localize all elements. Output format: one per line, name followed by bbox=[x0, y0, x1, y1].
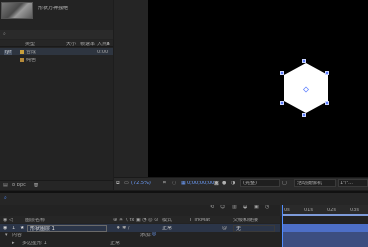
label-color-swatch bbox=[20, 58, 24, 62]
graph-icon[interactable]: ◷ bbox=[265, 205, 269, 210]
parent-dropdown[interactable]: 无 bbox=[233, 225, 275, 232]
motion-blur-icon[interactable]: ◒ bbox=[243, 205, 247, 210]
interpret-footage-icon[interactable]: ▤ bbox=[3, 183, 8, 188]
camera-label: 活动摄像机 bbox=[297, 181, 323, 186]
polystar-label: 多边星形 1 bbox=[22, 241, 47, 246]
project-search-input[interactable] bbox=[0, 30, 113, 39]
snapshot-icon[interactable]: ◙ bbox=[214, 181, 219, 186]
transform-handle[interactable] bbox=[302, 113, 306, 117]
bpc-label[interactable]: 8 bpc bbox=[12, 183, 26, 188]
timeline-toolbar bbox=[0, 193, 368, 205]
grid-icon[interactable]: ⌗ bbox=[163, 181, 166, 186]
ruler-tick: 01s bbox=[304, 208, 313, 213]
layer-index: 1 bbox=[12, 226, 16, 231]
layer-name-field[interactable]: 形状图层 1 bbox=[27, 225, 107, 232]
composition-canvas[interactable] bbox=[148, 0, 368, 177]
zoom-dropdown[interactable]: (72.5%) bbox=[131, 181, 151, 186]
content-duration-bar bbox=[282, 232, 368, 239]
label-color-swatch bbox=[20, 50, 24, 54]
draft-3d-icon[interactable]: ⟲ bbox=[210, 205, 214, 210]
polystar-mode-dropdown[interactable]: 正常 bbox=[110, 241, 120, 246]
col-mode[interactable]: 模式 bbox=[162, 218, 172, 223]
col-parent[interactable]: 父级和链接 bbox=[233, 218, 258, 223]
col-trkmat[interactable]: T TrkMat bbox=[189, 218, 210, 223]
expand-arrow-icon[interactable]: ▸ bbox=[12, 241, 15, 246]
region-icon[interactable]: ▭ bbox=[124, 181, 129, 186]
pickwhip-icon[interactable]: @ bbox=[222, 226, 227, 231]
layer-switches-icons[interactable]: ♦ ✱ ∕ bbox=[116, 226, 130, 231]
views-label: 1个... bbox=[340, 181, 353, 186]
mask-visibility-icon[interactable]: ◌ bbox=[172, 181, 176, 186]
switches-icons: ⊕ ☀ ∖ fx ▣ ◔ ◎ ⊙ bbox=[113, 218, 159, 223]
comp-thumbnail-title: 形状万神独绝 bbox=[38, 6, 69, 11]
col-type[interactable]: 类型 bbox=[25, 42, 35, 47]
add-label: 添加: bbox=[140, 233, 152, 238]
color-management-icon[interactable]: ◑ bbox=[231, 181, 235, 186]
project-flowchart-icon[interactable]: ⋔ bbox=[106, 42, 110, 47]
resolution-label: (完整) bbox=[243, 181, 257, 186]
region-interest-icon[interactable]: ▢ bbox=[282, 181, 287, 186]
comp-tag: lyr bbox=[4, 50, 13, 55]
show-channel-icon[interactable]: ● bbox=[222, 181, 226, 186]
eye-icon[interactable]: ◉ bbox=[3, 226, 7, 231]
shy-layers-icon[interactable]: ☺ bbox=[220, 205, 225, 210]
ruler-tick: 03s bbox=[350, 208, 359, 213]
layer-mode-dropdown[interactable]: 正常 bbox=[162, 226, 172, 231]
shape-duration-bar bbox=[282, 239, 368, 247]
ruler-tick: 02s bbox=[327, 208, 336, 213]
add-icon[interactable]: ◎ bbox=[152, 232, 156, 237]
transform-handle[interactable] bbox=[280, 71, 284, 75]
shape-layer-icon: ★ bbox=[20, 226, 25, 231]
search-icon[interactable]: ⌕ bbox=[4, 196, 7, 201]
comp-thumbnail bbox=[1, 2, 33, 19]
frame-blending-icon[interactable]: ▥ bbox=[232, 205, 237, 210]
col-fps[interactable]: 帧速率 bbox=[80, 42, 95, 47]
trash-icon[interactable]: 🗑 bbox=[33, 183, 39, 188]
transform-handle[interactable] bbox=[325, 71, 329, 75]
project-panel bbox=[0, 0, 113, 190]
av-features-icon: ◉ ◁ bbox=[3, 218, 13, 223]
project-item-row[interactable] bbox=[0, 56, 113, 63]
col-size[interactable]: 大小 bbox=[66, 42, 76, 47]
item-inpoint: 0:00 bbox=[97, 50, 109, 55]
item-type: 合成 bbox=[26, 50, 37, 55]
content-label: 内容 bbox=[12, 233, 23, 238]
playhead[interactable] bbox=[282, 205, 283, 247]
transparency-grid-icon[interactable]: ▦ bbox=[181, 181, 186, 186]
item-type: 纯色 bbox=[26, 58, 37, 63]
always-preview-icon[interactable]: ⧉ bbox=[116, 181, 120, 186]
graph-editor-icon[interactable]: ▣ bbox=[254, 205, 259, 210]
current-time[interactable]: 0;00;00;00 bbox=[187, 181, 214, 186]
hexagon-shape[interactable] bbox=[283, 62, 329, 114]
work-area-bar[interactable] bbox=[282, 214, 368, 216]
search-icon[interactable]: ⌕ bbox=[3, 32, 6, 37]
transform-handle[interactable] bbox=[302, 59, 306, 63]
transform-handle[interactable] bbox=[325, 101, 329, 105]
layer-duration-bar[interactable] bbox=[282, 224, 368, 232]
transform-handle[interactable] bbox=[280, 101, 284, 105]
ruler-tick: 0s bbox=[284, 208, 290, 213]
col-source-name[interactable]: 图层名称 bbox=[25, 218, 45, 223]
expand-arrow-icon[interactable]: ▾ bbox=[5, 233, 8, 238]
